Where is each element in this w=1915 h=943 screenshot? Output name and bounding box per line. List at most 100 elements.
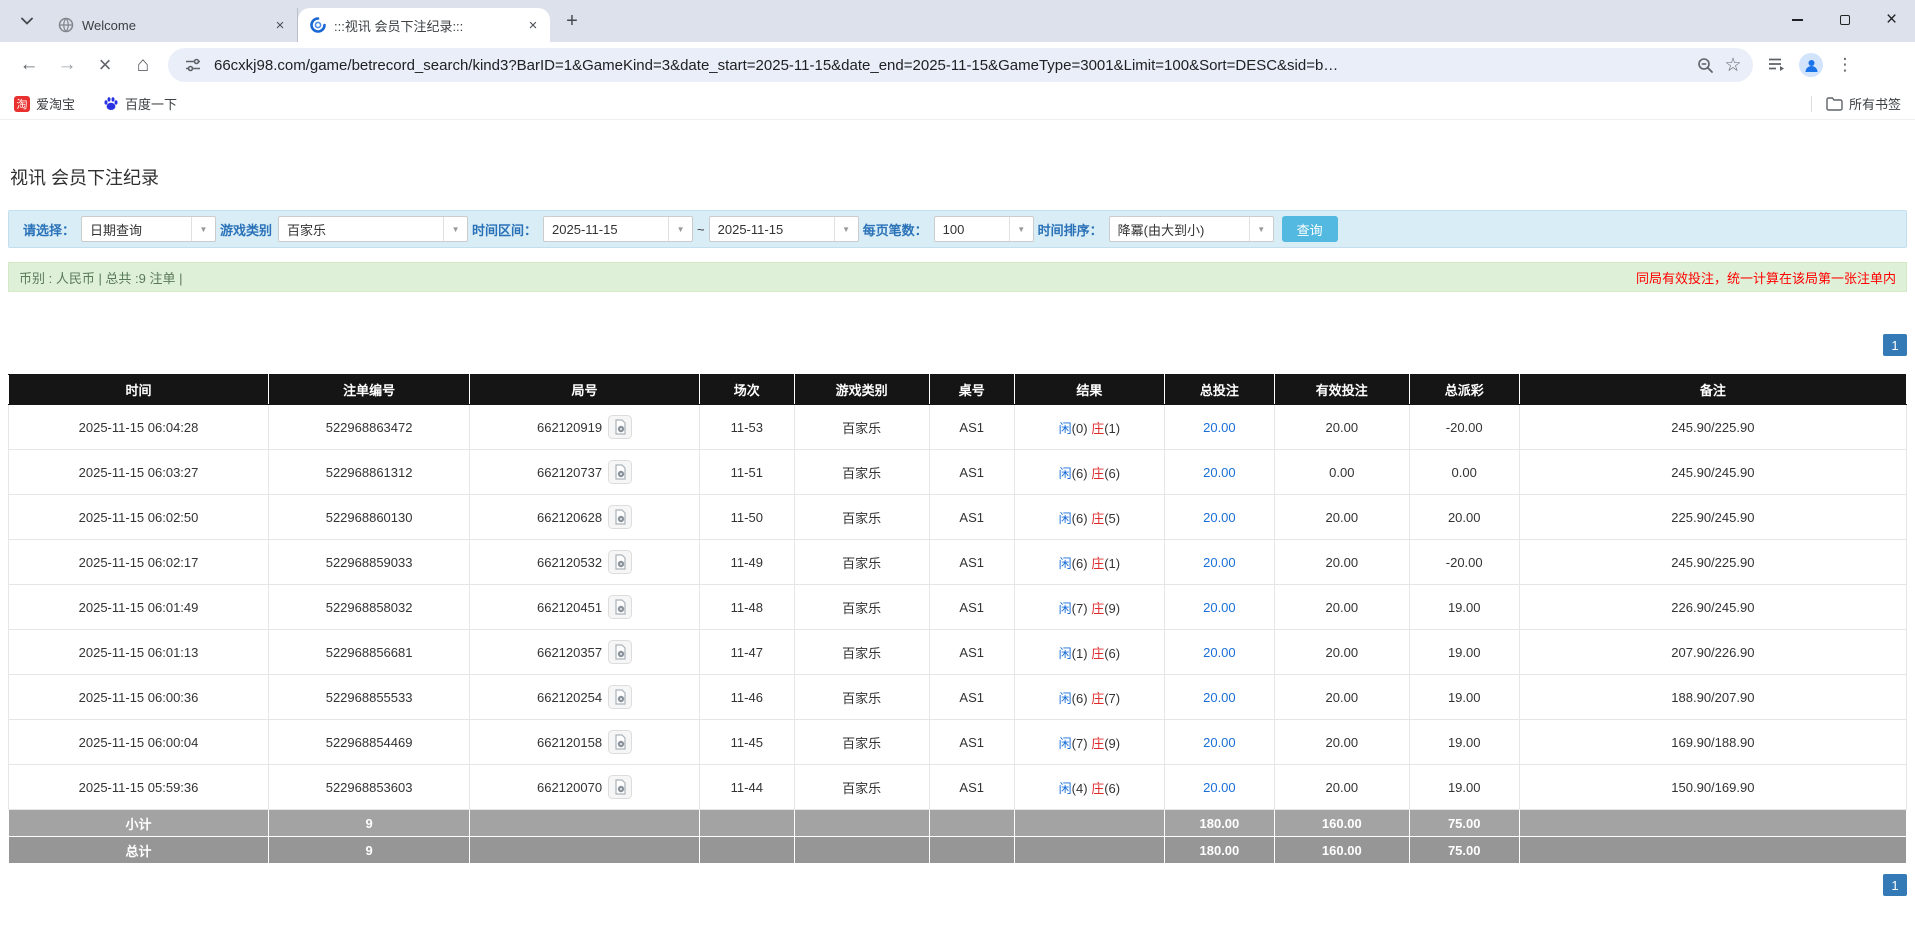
cell-valid-bet: 20.00 — [1274, 720, 1409, 765]
result-banker: 庄(1) — [1091, 421, 1120, 436]
browser-window: Welcome × :::视讯 会员下注纪录::: × + × ← → × ⌂ … — [0, 0, 1915, 943]
video-replay-icon[interactable] — [608, 415, 632, 439]
sort-select[interactable]: 降冪(由大到小) ▼ — [1109, 216, 1274, 242]
tab-search-chevron-icon[interactable] — [12, 6, 42, 36]
total-bet-link[interactable]: 20.00 — [1203, 690, 1236, 705]
new-tab-button[interactable]: + — [558, 7, 586, 35]
video-replay-icon[interactable] — [608, 640, 632, 664]
chevron-down-icon: ▼ — [668, 217, 692, 241]
sort-value: 降冪(由大到小) — [1110, 220, 1249, 239]
total-bet-link[interactable]: 20.00 — [1203, 555, 1236, 570]
total-bet-link[interactable]: 20.00 — [1203, 780, 1236, 795]
forward-button[interactable]: → — [50, 48, 84, 82]
valid-bet-notice-text: 同局有效投注，统一计算在该局第一张注单内 — [1636, 268, 1896, 287]
cell-round: 662120532 — [470, 540, 700, 585]
date-start-select[interactable]: 2025-11-15 ▼ — [543, 216, 693, 242]
video-replay-icon[interactable] — [608, 550, 632, 574]
currency-total-text: 币别 : 人民币 | 总共 :9 注单 | — [19, 268, 183, 287]
tab-title: :::视讯 会员下注纪录::: — [334, 16, 524, 35]
total-bet-link[interactable]: 20.00 — [1203, 600, 1236, 615]
media-controls-icon[interactable] — [1763, 51, 1791, 79]
cell-note: 245.90/245.90 — [1519, 450, 1906, 495]
video-replay-icon[interactable] — [608, 505, 632, 529]
search-button[interactable]: 查询 — [1282, 216, 1338, 242]
game-kind-select[interactable]: 百家乐 ▼ — [278, 216, 468, 242]
video-replay-icon[interactable] — [608, 685, 632, 709]
page-number-badge[interactable]: 1 — [1883, 334, 1907, 356]
column-header: 备注 — [1519, 375, 1906, 405]
cell-valid-bet: 0.00 — [1274, 450, 1409, 495]
back-button[interactable]: ← — [12, 48, 46, 82]
query-type-select[interactable]: 日期查询 ▼ — [81, 216, 216, 242]
bookmark-baidu[interactable]: 百度一下 — [103, 94, 177, 113]
cell-game-kind: 百家乐 — [794, 585, 929, 630]
cell-game-kind: 百家乐 — [794, 630, 929, 675]
cell-round: 662120254 — [470, 675, 700, 720]
column-header: 游戏类别 — [794, 375, 929, 405]
result-banker: 庄(9) — [1091, 601, 1120, 616]
profile-avatar[interactable] — [1799, 53, 1823, 77]
maximize-button[interactable] — [1821, 0, 1868, 40]
total-bet-link[interactable]: 20.00 — [1203, 420, 1236, 435]
total-bet-link[interactable]: 20.00 — [1203, 735, 1236, 750]
cell-time: 2025-11-15 06:02:50 — [9, 495, 269, 540]
footer-empty — [794, 810, 929, 837]
url-text[interactable]: 66cxkj98.com/game/betrecord_search/kind3… — [214, 57, 1691, 74]
baidu-paw-icon — [103, 96, 119, 112]
maximize-icon — [1840, 15, 1850, 25]
address-bar[interactable]: 66cxkj98.com/game/betrecord_search/kind3… — [168, 48, 1753, 82]
table-row: 2025-11-15 06:00:04522968854469662120158… — [9, 720, 1907, 765]
site-settings-icon[interactable] — [180, 52, 206, 78]
cell-bet-id: 522968853603 — [269, 765, 470, 810]
total-bet-link[interactable]: 20.00 — [1203, 465, 1236, 480]
stop-button[interactable]: × — [88, 48, 122, 82]
video-replay-icon[interactable] — [608, 730, 632, 754]
chevron-down-icon: ▼ — [1009, 217, 1033, 241]
cell-note: 225.90/245.90 — [1519, 495, 1906, 540]
tab-welcome[interactable]: Welcome × — [46, 8, 298, 42]
footer-total-bet: 180.00 — [1164, 810, 1274, 837]
cell-total-bet: 20.00 — [1164, 495, 1274, 540]
cell-payout: 19.00 — [1409, 720, 1519, 765]
browser-menu-icon[interactable]: ⋮ — [1831, 55, 1859, 75]
tab-close-icon[interactable]: × — [524, 16, 542, 34]
all-bookmarks-button[interactable]: 所有书签 — [1826, 94, 1901, 113]
table-row: 2025-11-15 06:00:36522968855533662120254… — [9, 675, 1907, 720]
minimize-button[interactable] — [1774, 0, 1821, 40]
cell-time: 2025-11-15 06:00:04 — [9, 720, 269, 765]
close-button[interactable]: × — [1868, 0, 1915, 40]
filter-bar: 请选择： 日期查询 ▼ 游戏类别 百家乐 ▼ 时间区间： 2025-11-15 … — [8, 210, 1907, 248]
footer-count: 9 — [269, 810, 470, 837]
cell-total-bet: 20.00 — [1164, 450, 1274, 495]
page-number-badge[interactable]: 1 — [1883, 874, 1907, 896]
total-bet-link[interactable]: 20.00 — [1203, 510, 1236, 525]
bookmarks-bar: 淘 爱淘宝 百度一下 所有书签 — [0, 88, 1915, 120]
table-row: 2025-11-15 05:59:36522968853603662120070… — [9, 765, 1907, 810]
per-page-select[interactable]: 100 ▼ — [934, 216, 1034, 242]
home-button[interactable]: ⌂ — [126, 48, 160, 82]
bookmark-taobao[interactable]: 淘 爱淘宝 — [14, 94, 75, 113]
bookmark-star-icon[interactable]: ☆ — [1719, 51, 1747, 79]
tab-close-icon[interactable]: × — [271, 16, 289, 34]
page-title: 视讯 会员下注纪录 — [10, 164, 1905, 190]
round-number: 662120357 — [537, 645, 602, 660]
query-type-value: 日期查询 — [82, 220, 191, 239]
video-replay-icon[interactable] — [608, 775, 632, 799]
column-header: 注单编号 — [269, 375, 470, 405]
cell-total-bet: 20.00 — [1164, 675, 1274, 720]
tab-betrecord[interactable]: :::视讯 会员下注纪录::: × — [298, 8, 550, 42]
video-replay-icon[interactable] — [608, 460, 632, 484]
date-end-select[interactable]: 2025-11-15 ▼ — [709, 216, 859, 242]
round-number: 662120628 — [537, 510, 602, 525]
footer-empty — [470, 837, 700, 864]
total-bet-link[interactable]: 20.00 — [1203, 645, 1236, 660]
cell-round: 662120070 — [470, 765, 700, 810]
date-start-value: 2025-11-15 — [544, 222, 668, 237]
round-number: 662120532 — [537, 555, 602, 570]
cell-round: 662120628 — [470, 495, 700, 540]
tab-title: Welcome — [82, 18, 271, 33]
video-replay-icon[interactable] — [608, 595, 632, 619]
zoom-icon[interactable] — [1691, 51, 1719, 79]
cell-session: 11-44 — [699, 765, 794, 810]
result-banker: 庄(6) — [1091, 646, 1120, 661]
